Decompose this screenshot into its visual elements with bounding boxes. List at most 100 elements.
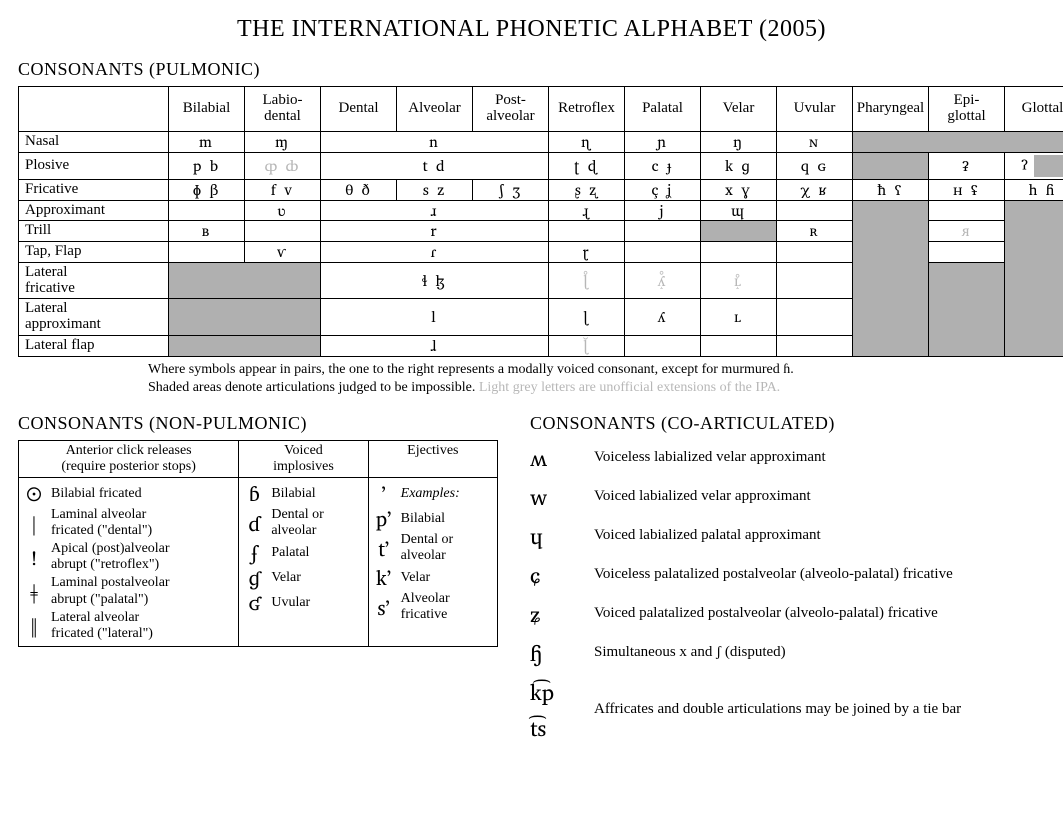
item-label: Alveolarfricative	[401, 591, 450, 623]
rowlabel-plosive: Plosive	[19, 152, 169, 179]
np-clicks-cell: ʘ Bilabial fricated ǀLaminal alveolarfrica…	[19, 478, 239, 647]
ipa-symbol: ʛ	[243, 591, 265, 614]
cell-approx-labiodental: ʋ	[245, 200, 321, 221]
rowlabel-fricative: Fricative	[19, 179, 169, 200]
list-item: ɗDental oralveolar	[243, 507, 363, 539]
np-ejectives-cell: ʼExamples:pʼBilabialtʼDental oralveolark…	[368, 478, 497, 647]
cell-trill-bilabial: ʙ	[169, 221, 245, 242]
cell-plosive-velar: k ɡ	[701, 152, 777, 179]
list-item: sʼ Alveolarfricative	[373, 591, 493, 623]
item-label: Laminal postalveolarabrupt ("palatal")	[51, 575, 170, 607]
cell-fric-dental: θ ð	[321, 179, 397, 200]
cell-latfric-epiglottal-shaded	[929, 262, 1005, 356]
list-item: ɠVelar	[243, 566, 363, 589]
rowlabel-latflap: Lateral flap	[19, 335, 169, 356]
list-item: ǃApical (post)alveolarabrupt ("retroflex…	[23, 541, 234, 573]
cell-nasal-bilabial: m	[169, 132, 245, 153]
ipa-symbol: ɗ	[243, 512, 265, 535]
cell-tap-coronal: ɾ	[321, 242, 549, 263]
ipa-symbol: ɓ	[243, 482, 265, 505]
pulmonic-heading: CONSONANTS (PULMONIC)	[18, 59, 1045, 80]
item-label: Affricates and double articulations may …	[594, 701, 961, 718]
list-item: ǀLaminal alveolarfricated ("dental")	[23, 507, 234, 539]
col-velar: Velar	[701, 87, 777, 132]
cell-tap-epiglottal	[929, 242, 1005, 263]
cell-fric-epiglottal: ʜ ʢ	[929, 179, 1005, 200]
coart-item: ʑVoiced palatalized postalveolar (alveol…	[530, 596, 1045, 632]
col-glottal: Glottal	[1005, 87, 1063, 132]
coart-item: k͡p t͡s Affricates and double articulatio…	[530, 674, 1045, 746]
rowlabel-tap: Tap, Flap	[19, 242, 169, 263]
rowlabel-trill: Trill	[19, 221, 169, 242]
col-epiglottal: Epi-glottal	[929, 87, 1005, 132]
coarticulated-list: ʍ Voiceless labialized velar approximant w…	[530, 440, 1045, 746]
cell-trill-epiglottal: я	[929, 221, 1005, 242]
cell-latapprox-velar: ʟ	[701, 299, 777, 336]
ipa-symbol: w	[530, 479, 576, 515]
cell-latflap-labial-shaded	[169, 335, 321, 356]
item-label: Voiceless labialized velar approximant	[594, 449, 826, 466]
cell-latflap-coronal: ɺ	[321, 335, 549, 356]
col-dental: Dental	[321, 87, 397, 132]
pulmonic-caption: Where symbols appear in pairs, the one t…	[148, 361, 1045, 397]
cell-nasal-palatal: ɲ	[625, 132, 701, 153]
list-item: ɓ Bilabial	[243, 482, 363, 505]
col-uvular: Uvular	[777, 87, 853, 132]
list-item: ʘ Bilabial fricated	[23, 482, 234, 505]
ipa-symbol: kʼ	[373, 566, 395, 589]
cell-tap-uvular	[777, 242, 853, 263]
cell-fric-uvular: χ ʁ	[777, 179, 853, 200]
cell-tap-velar	[701, 242, 777, 263]
item-label: Dental oralveolar	[401, 532, 453, 564]
cell-tap-labiodental: ⱱ	[245, 242, 321, 263]
np-implosives-cell: ɓ Bilabial ɗDental oralveolarʄPalatalɠVela…	[239, 478, 368, 647]
coarticulated-heading: CONSONANTS (CO-ARTICULATED)	[530, 413, 1045, 434]
ipa-symbol: ɕ	[530, 557, 576, 593]
cell-trill-uvular: ʀ	[777, 221, 853, 242]
cell-nasal-velar: ŋ	[701, 132, 777, 153]
ipa-symbol: ʍ	[530, 440, 576, 476]
item-label: Laminal alveolarfricated ("dental")	[51, 507, 152, 539]
cell-tap-retroflex: ɽ	[549, 242, 625, 263]
list-item: tʼDental oralveolar	[373, 532, 493, 564]
cell-fric-bilabial: ɸ β	[169, 179, 245, 200]
item-label: Examples:	[401, 486, 460, 502]
col-alveolar: Alveolar	[397, 87, 473, 132]
cell-fric-velar: x ɣ	[701, 179, 777, 200]
cell-plosive-palatal: c ɟ	[625, 152, 701, 179]
cell-approx-glottal-shaded	[1005, 200, 1063, 356]
ipa-symbol: ʘ	[23, 482, 45, 505]
list-item: ʄPalatal	[243, 541, 363, 564]
cell-approx-retroflex: ɻ	[549, 200, 625, 221]
cell-nasal-coronal: n	[321, 132, 549, 153]
list-item: kʼVelar	[373, 566, 493, 589]
caption-line2b: Light grey letters are unofficial extens…	[479, 380, 780, 395]
list-item: ǁLateral alveolarfricated ("lateral")	[23, 610, 234, 642]
ipa-symbol: ɧ	[530, 635, 576, 671]
cell-latflap-velar	[701, 335, 777, 356]
ipa-symbol: k͡p t͡s	[530, 674, 576, 746]
ipa-symbol: pʼ	[373, 507, 395, 530]
ipa-symbol: ǂ	[23, 580, 45, 603]
cell-plosive-retroflex: ʈ ɖ	[549, 152, 625, 179]
cell-tap-palatal	[625, 242, 701, 263]
item-label: Bilabial	[271, 486, 315, 502]
item-label: Bilabial fricated	[51, 486, 142, 502]
cell-plosive-bilabial: p b	[169, 152, 245, 179]
cell-nasal-labiodental: ɱ	[245, 132, 321, 153]
cell-fric-pharyngeal: ħ ʕ	[853, 179, 929, 200]
item-label: Simultaneous x and ʃ (disputed)	[594, 644, 786, 661]
coart-item: ɧ Simultaneous x and ʃ (disputed)	[530, 635, 1045, 671]
ipa-symbol: ǃ	[23, 546, 45, 569]
coart-item: ɕVoiceless palatalized postalveolar (alv…	[530, 557, 1045, 593]
cell-latflap-palatal	[625, 335, 701, 356]
cell-approx-velar: ɰ	[701, 200, 777, 221]
rowlabel-approximant: Approximant	[19, 200, 169, 221]
cell-latfric-palatal: ʎ̝̊	[625, 262, 701, 299]
ipa-symbol: sʼ	[373, 596, 395, 619]
caption-line1: Where symbols appear in pairs, the one t…	[148, 362, 794, 377]
cell-fric-glottal: h ɦ	[1005, 179, 1063, 200]
np-th-clicks: Anterior click releases(require posterio…	[19, 440, 239, 477]
cell-plosive-pharyngeal	[853, 152, 929, 179]
item-label: Velar	[271, 570, 301, 586]
